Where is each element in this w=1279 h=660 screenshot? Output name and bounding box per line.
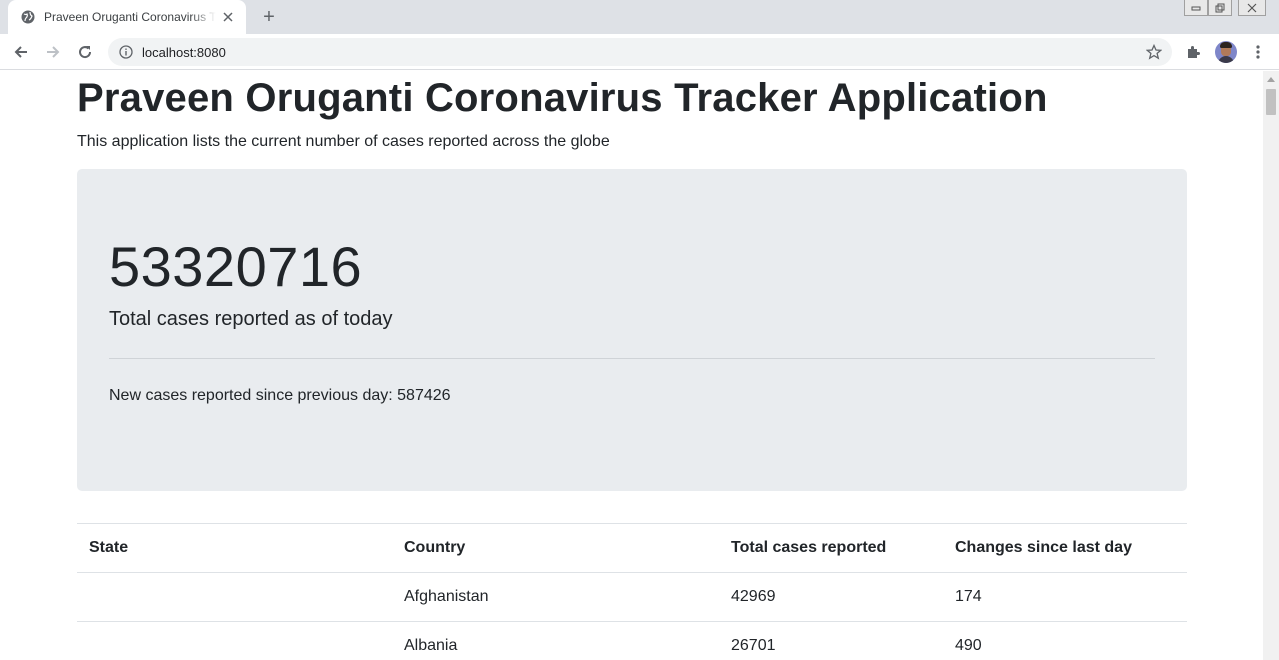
close-icon[interactable] [220,9,236,25]
cell-total: 42969 [719,572,943,622]
content-container: Praveen Oruganti Coronavirus Tracker App… [77,71,1187,660]
reload-icon[interactable] [72,39,98,65]
minimize-icon[interactable] [1184,0,1208,16]
page-scrollbar[interactable] [1263,71,1279,660]
new-tab-button[interactable]: + [257,5,281,29]
tab-title: Praveen Oruganti Coronavirus Tracker App… [44,10,216,24]
address-bar[interactable]: localhost:8080 [108,38,1172,66]
cell-country: Albania [392,621,719,660]
menu-icon[interactable] [1245,39,1271,65]
profile-avatar[interactable] [1213,39,1239,65]
summary-panel: 53320716 Total cases reported as of toda… [77,169,1187,491]
extensions-icon[interactable] [1180,39,1206,65]
cell-state [77,621,392,660]
total-cases-number: 53320716 [109,235,363,298]
restore-icon[interactable] [1208,0,1232,16]
globe-icon [20,9,36,25]
url-text[interactable]: localhost:8080 [142,45,226,60]
table-header-row: State Country Total cases reported Chang… [77,523,1187,573]
cell-total: 26701 [719,621,943,660]
table-row: Afghanistan 42969 174 [77,572,1187,622]
table-row: Albania 26701 490 [77,621,1187,660]
new-cases-text: New cases reported since previous day: 5… [109,387,451,405]
star-icon[interactable] [1145,43,1163,60]
browser-toolbar: localhost:8080 [0,34,1279,70]
header-country: Country [392,523,719,573]
total-cases-label: Total cases reported as of today [109,308,393,331]
scroll-thumb[interactable] [1266,89,1276,115]
header-total-cases: Total cases reported [719,523,943,573]
page-subtitle: This application lists the current numbe… [77,133,610,150]
tab-bar: Praveen Oruganti Coronavirus Tracker App… [0,0,1279,34]
info-icon[interactable] [118,44,134,60]
header-state: State [77,523,392,573]
window-close-icon[interactable] [1238,0,1266,16]
cell-changes: 174 [943,572,1187,622]
page-title: Praveen Oruganti Coronavirus Tracker App… [77,76,1048,120]
page-viewport: Praveen Oruganti Coronavirus Tracker App… [0,71,1263,660]
back-icon[interactable] [8,39,34,65]
forward-icon[interactable] [40,39,66,65]
divider [109,358,1155,360]
header-changes: Changes since last day [943,523,1187,573]
browser-tab[interactable]: Praveen Oruganti Coronavirus Tracker App… [8,0,246,34]
avatar [1215,41,1237,63]
cases-table: State Country Total cases reported Chang… [77,523,1187,660]
cell-country: Afghanistan [392,572,719,622]
scroll-up-icon[interactable] [1263,71,1279,87]
cell-state [77,572,392,622]
cell-changes: 490 [943,621,1187,660]
